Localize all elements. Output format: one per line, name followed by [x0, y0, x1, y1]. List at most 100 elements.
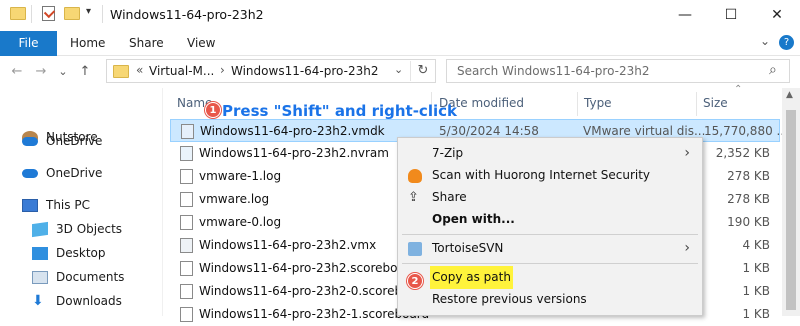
customize-toolbar-icon[interactable]: ▾: [86, 6, 91, 17]
file-icon: [180, 284, 193, 299]
tortoisesvn-icon: [408, 242, 422, 256]
vertical-scrollbar[interactable]: ▲: [782, 88, 800, 316]
instruction-annotation: Press "Shift" and right-click: [222, 102, 457, 120]
file-icon: [180, 261, 193, 276]
file-name: Windows11-64-pro-23h2-0.scoreboard: [199, 284, 430, 298]
new-folder-icon[interactable]: [64, 7, 80, 20]
address-bar[interactable]: « Virtual-M... › Windows11-64-pro-23h2 ⌄…: [106, 59, 436, 83]
column-header-size[interactable]: Size: [703, 92, 728, 114]
sort-arrow-icon: ⌃: [734, 84, 743, 95]
file-name: Windows11-64-pro-23h2.scoreboard: [199, 261, 418, 275]
close-button[interactable]: ✕: [754, 0, 800, 31]
documents-icon: [32, 271, 48, 284]
menu-item-7zip[interactable]: 7-Zip ›: [398, 142, 702, 165]
menu-item-open-with[interactable]: Open with...: [398, 208, 702, 231]
nav-item-downloads[interactable]: ⬇ Downloads: [0, 290, 160, 313]
file-icon: [180, 192, 193, 207]
nav-item-onedrive[interactable]: OneDrive: [0, 130, 160, 153]
file-name: Windows11-64-pro-23h2-1.scoreboard: [199, 307, 430, 321]
nav-item-desktop[interactable]: Desktop: [0, 242, 160, 265]
file-name: vmware-0.log: [199, 215, 282, 229]
file-name: vmware-1.log: [199, 169, 282, 183]
menu-item-label: Share: [432, 190, 467, 204]
nav-item-label: Desktop: [56, 246, 106, 260]
expand-ribbon-icon[interactable]: ⌄: [760, 34, 770, 48]
menu-item-label: Copy as path: [430, 266, 513, 289]
search-input[interactable]: Search Windows11-64-pro-23h2: [446, 59, 790, 83]
file-icon: [180, 169, 193, 184]
context-menu: 7-Zip › Scan with Huorong Internet Secur…: [397, 137, 703, 316]
tab-file[interactable]: File: [0, 31, 57, 56]
search-icon: ⌕: [769, 62, 777, 78]
breadcrumb-item[interactable]: Virtual-M...: [149, 64, 214, 78]
nav-item-label: Documents: [56, 270, 125, 284]
onedrive-icon: [22, 169, 38, 178]
downloads-icon: ⬇: [32, 293, 44, 309]
maximize-button[interactable]: ☐: [708, 0, 754, 31]
menu-item-label: 7-Zip: [432, 146, 464, 160]
menu-item-label: Open with...: [432, 212, 515, 226]
nav-item-3d-objects[interactable]: 3D Objects: [0, 218, 160, 241]
file-name: Windows11-64-pro-23h2.nvram: [199, 146, 389, 160]
toolbar-divider: [31, 5, 32, 23]
help-icon[interactable]: ?: [779, 35, 794, 50]
forward-button[interactable]: →: [30, 60, 52, 84]
tab-home[interactable]: Home: [70, 31, 105, 56]
file-name: vmware.log: [199, 192, 270, 206]
folder-icon: [10, 7, 26, 20]
column-separator[interactable]: [577, 92, 578, 116]
file-size: 15,770,880 ...: [704, 124, 788, 138]
nav-item-documents[interactable]: Documents: [0, 266, 160, 289]
nav-item-label: OneDrive: [46, 134, 103, 148]
menu-item-label: Restore previous versions: [432, 292, 587, 306]
file-icon: [180, 146, 193, 161]
vmdk-file-icon: [181, 124, 194, 139]
menu-item-restore-previous-versions[interactable]: Restore previous versions: [398, 288, 702, 311]
scrollbar-thumb[interactable]: [786, 110, 796, 310]
share-icon: ⇪: [408, 190, 419, 205]
pane-divider: [162, 88, 163, 316]
nav-item-this-pc[interactable]: This PC: [0, 194, 160, 217]
tab-share[interactable]: Share: [129, 31, 164, 56]
step-badge-2: 2: [407, 273, 423, 289]
nav-item-label: 3D Objects: [56, 222, 123, 236]
file-icon: [180, 215, 193, 230]
submenu-arrow-icon: ›: [684, 240, 690, 256]
nav-item-onedrive[interactable]: OneDrive: [0, 162, 160, 185]
3d-objects-icon: [32, 221, 48, 238]
file-name: Windows11-64-pro-23h2.vmdk: [200, 124, 385, 138]
menu-item-label: TortoiseSVN: [432, 241, 504, 255]
menu-item-tortoisesvn[interactable]: TortoiseSVN ›: [398, 237, 702, 260]
column-separator[interactable]: [696, 92, 697, 116]
chevron-down-icon[interactable]: ⌄: [394, 63, 403, 76]
back-button[interactable]: ←: [6, 60, 28, 84]
menu-item-label: Scan with Huorong Internet Security: [432, 168, 651, 182]
breadcrumb-item[interactable]: Windows11-64-pro-23h2: [231, 64, 378, 78]
refresh-button[interactable]: ↻: [410, 61, 435, 81]
tab-view[interactable]: View: [187, 31, 215, 56]
properties-icon[interactable]: [42, 6, 55, 21]
nav-item-label: OneDrive: [46, 166, 103, 180]
menu-item-copy-as-path[interactable]: Copy as path: [398, 266, 702, 289]
vmx-file-icon: [180, 238, 193, 253]
onedrive-icon: [22, 137, 38, 146]
huorong-icon: [408, 169, 422, 183]
up-button[interactable]: ↑: [74, 60, 96, 84]
file-icon: [180, 307, 193, 322]
menu-item-huorong-scan[interactable]: Scan with Huorong Internet Security: [398, 164, 702, 187]
scroll-up-icon[interactable]: ▲: [786, 90, 793, 100]
folder-icon: [113, 65, 129, 78]
submenu-arrow-icon: ›: [684, 145, 690, 161]
file-name: Windows11-64-pro-23h2.vmx: [199, 238, 377, 252]
nav-item-label: This PC: [46, 198, 90, 212]
nav-item-label: Downloads: [56, 294, 122, 308]
menu-separator: [402, 263, 698, 264]
minimize-button[interactable]: —: [662, 0, 708, 31]
desktop-icon: [32, 247, 48, 260]
menu-item-share[interactable]: ⇪ Share: [398, 186, 702, 209]
recent-locations-button[interactable]: ⌄: [52, 60, 74, 84]
chevron-right-icon[interactable]: ›: [220, 63, 225, 77]
breadcrumb-overflow[interactable]: «: [136, 63, 143, 77]
column-header-type[interactable]: Type: [584, 92, 612, 114]
step-badge-1: 1: [205, 102, 221, 118]
